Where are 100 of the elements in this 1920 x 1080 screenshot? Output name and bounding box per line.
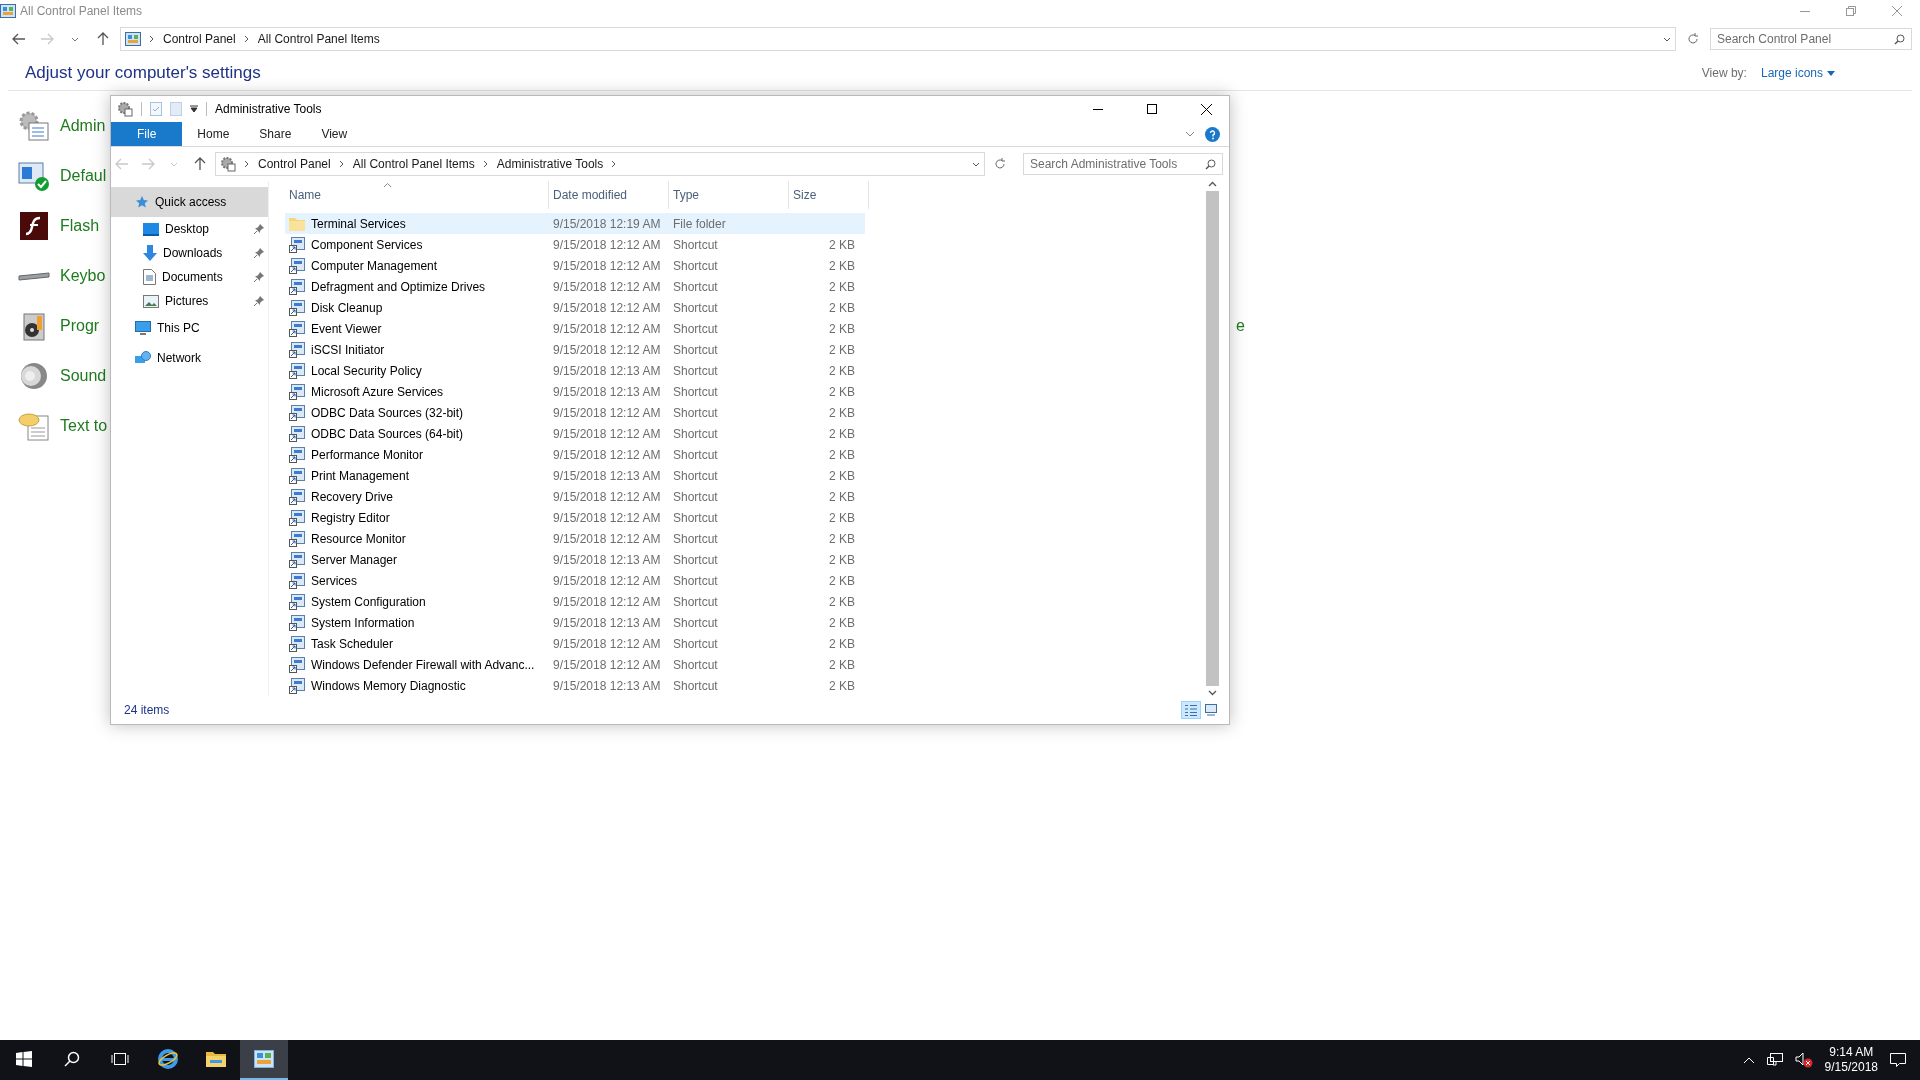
chevron-right-icon xyxy=(244,160,250,168)
scroll-down-icon[interactable] xyxy=(1208,690,1217,696)
file-row[interactable]: System Information 9/15/2018 12:13 AM Shortcut 2 KB xyxy=(285,612,865,633)
file-row[interactable]: Local Security Policy 9/15/2018 12:13 AM Shortcut 2 KB xyxy=(285,360,865,381)
file-row[interactable]: ODBC Data Sources (32-bit) 9/15/2018 12:12 AM Shortcut 2 KB xyxy=(285,402,865,423)
chevron-right-icon xyxy=(338,160,345,168)
address-bar[interactable]: Control Panel All Control Panel Items Administrative Tools xyxy=(215,152,985,176)
address-bar[interactable]: Control Panel All Control Panel Items xyxy=(120,27,1676,51)
file-row[interactable]: Windows Defender Firewall with Advanc... 9/15/2018 12:12 AM Shortcut 2 KB xyxy=(285,654,865,675)
ribbon-tab[interactable]: Home xyxy=(182,122,245,146)
breadcrumb-item[interactable]: Control Panel xyxy=(163,32,236,46)
file-row[interactable]: Event Viewer 9/15/2018 12:12 AM Shortcut 2 KB xyxy=(285,318,865,339)
view-by-dropdown[interactable]: Large icons xyxy=(1760,66,1835,80)
speech-bubble-document-icon xyxy=(18,410,50,442)
file-row[interactable]: Recovery Drive 9/15/2018 12:12 AM Shortcut 2 KB xyxy=(285,486,865,507)
file-row[interactable]: iSCSI Initiator 9/15/2018 12:12 AM Shortcut 2 KB xyxy=(285,339,865,360)
column-header[interactable]: Date modified xyxy=(549,181,669,209)
file-row[interactable]: Registry Editor 9/15/2018 12:12 AM Shortcut 2 KB xyxy=(285,507,865,528)
search-field[interactable]: Search Control Panel xyxy=(1710,28,1912,50)
ribbon-tab[interactable]: Share xyxy=(244,122,307,146)
file-row[interactable]: Defragment and Optimize Drives 9/15/2018 12:12 AM Shortcut 2 KB xyxy=(285,276,865,297)
file-name: Windows Defender Firewall with Advanc... xyxy=(311,657,535,672)
file-row[interactable]: Microsoft Azure Services 9/15/2018 12:13 AM Shortcut 2 KB xyxy=(285,381,865,402)
details-view-button[interactable] xyxy=(1181,701,1201,719)
column-header[interactable]: Size xyxy=(789,181,869,209)
file-row[interactable]: Windows Memory Diagnostic 9/15/2018 12:13 AM Shortcut 2 KB xyxy=(285,675,865,696)
back-arrow-icon xyxy=(115,158,129,170)
breadcrumb-item[interactable]: All Control Panel Items xyxy=(352,157,475,171)
file-row[interactable]: Disk Cleanup 9/15/2018 12:12 AM Shortcut 2 KB xyxy=(285,297,865,318)
shortcut-icon xyxy=(289,614,305,631)
chevron-right-icon xyxy=(243,35,250,43)
network-icon[interactable] xyxy=(1766,1053,1783,1067)
scroll-up-icon[interactable] xyxy=(1208,181,1217,187)
file-row[interactable]: ODBC Data Sources (64-bit) 9/15/2018 12:12 AM Shortcut 2 KB xyxy=(285,423,865,444)
settings-item[interactable]: Text to xyxy=(0,401,108,451)
scrollbar-thumb[interactable] xyxy=(1206,191,1219,686)
close-icon xyxy=(1892,6,1902,16)
task-view-icon xyxy=(111,1051,129,1067)
file-name: Server Manager xyxy=(311,552,398,567)
date-cell-text: 9/15/2018 12:13 AM xyxy=(552,468,662,483)
file-row[interactable]: Task Scheduler 9/15/2018 12:12 AM Shortcut 2 KB xyxy=(285,633,865,654)
notification-icon[interactable] xyxy=(1890,1052,1906,1068)
type-cell-text: Shortcut xyxy=(672,615,719,630)
flash-logo-icon xyxy=(18,210,50,242)
settings-item[interactable]: Keybo xyxy=(0,251,106,301)
file-row[interactable]: System Configuration 9/15/2018 12:12 AM Shortcut 2 KB xyxy=(285,591,865,612)
file-name: Resource Monitor xyxy=(311,531,406,546)
nav-item[interactable]: Pictures xyxy=(111,289,268,313)
nav-item[interactable]: Desktop xyxy=(111,217,268,241)
nav-item[interactable]: Network xyxy=(111,343,268,373)
file-name: Performance Monitor xyxy=(311,447,424,462)
chevron-right-icon xyxy=(611,160,618,168)
breadcrumb-item[interactable]: Administrative Tools xyxy=(496,157,604,171)
taskbar-button[interactable] xyxy=(240,1040,288,1080)
type-cell-text: Shortcut xyxy=(672,468,719,483)
settings-item[interactable]: Flash xyxy=(0,201,100,251)
sort-ascending-icon xyxy=(383,182,392,188)
new-folder-icon xyxy=(170,102,182,116)
clock[interactable]: 9:14 AM 9/15/2018 xyxy=(1824,1045,1878,1075)
shortcut-icon xyxy=(289,299,305,316)
settings-item[interactable]: Defaul xyxy=(0,151,107,201)
nav-item[interactable]: Documents xyxy=(111,265,268,289)
nav-item[interactable]: Quick access xyxy=(111,187,268,217)
shortcut-icon xyxy=(289,446,305,463)
nav-item[interactable]: Downloads xyxy=(111,241,268,265)
up-arrow-icon xyxy=(194,157,206,171)
settings-item[interactable]: Sound xyxy=(0,351,107,401)
shortcut-icon xyxy=(289,488,305,505)
size-cell-text: 2 KB xyxy=(828,468,855,483)
document-icon xyxy=(143,269,156,285)
ribbon-tab[interactable]: View xyxy=(306,122,363,146)
control-panel-icon xyxy=(125,32,141,46)
file-name: Services xyxy=(311,573,357,588)
download-arrow-icon xyxy=(143,245,157,261)
file-row[interactable]: Terminal Services 9/15/2018 12:19 AM File folder xyxy=(285,213,865,234)
volume-muted-icon[interactable] xyxy=(1794,1052,1813,1068)
file-row[interactable]: Print Management 9/15/2018 12:13 AM Shortcut 2 KB xyxy=(285,465,865,486)
refresh-icon xyxy=(994,158,1006,170)
chevron-up-icon[interactable] xyxy=(1742,1056,1755,1064)
breadcrumb-item[interactable]: Control Panel xyxy=(258,157,331,171)
settings-item[interactable]: Progr xyxy=(0,301,100,351)
file-name: ODBC Data Sources (32-bit) xyxy=(311,405,464,420)
search-field[interactable]: Search Administrative Tools xyxy=(1023,153,1223,175)
settings-item[interactable]: Admin xyxy=(0,101,106,151)
type-cell-text: Shortcut xyxy=(672,279,719,294)
type-cell-text: Shortcut xyxy=(672,363,719,378)
file-row[interactable]: Performance Monitor 9/15/2018 12:12 AM Shortcut 2 KB xyxy=(285,444,865,465)
breadcrumb-item[interactable]: All Control Panel Items xyxy=(257,32,380,46)
file-row[interactable]: Services 9/15/2018 12:12 AM Shortcut 2 KB xyxy=(285,570,865,591)
file-row[interactable]: Server Manager 9/15/2018 12:13 AM Shortcut 2 KB xyxy=(285,549,865,570)
date-cell-text: 9/15/2018 12:13 AM xyxy=(552,552,662,567)
file-row[interactable]: Computer Management 9/15/2018 12:12 AM Shortcut 2 KB xyxy=(285,255,865,276)
file-row[interactable]: Resource Monitor 9/15/2018 12:12 AM Shortcut 2 KB xyxy=(285,528,865,549)
ribbon-tab[interactable]: File xyxy=(111,122,183,146)
column-header[interactable]: Type xyxy=(669,181,789,209)
file-row[interactable]: Component Services 9/15/2018 12:12 AM Shortcut 2 KB xyxy=(285,234,865,255)
control-panel-icon xyxy=(254,1050,274,1068)
date-cell-text: 9/15/2018 12:12 AM xyxy=(552,405,662,420)
nav-item[interactable]: This PC xyxy=(111,313,268,343)
column-header[interactable]: Name xyxy=(285,181,549,209)
